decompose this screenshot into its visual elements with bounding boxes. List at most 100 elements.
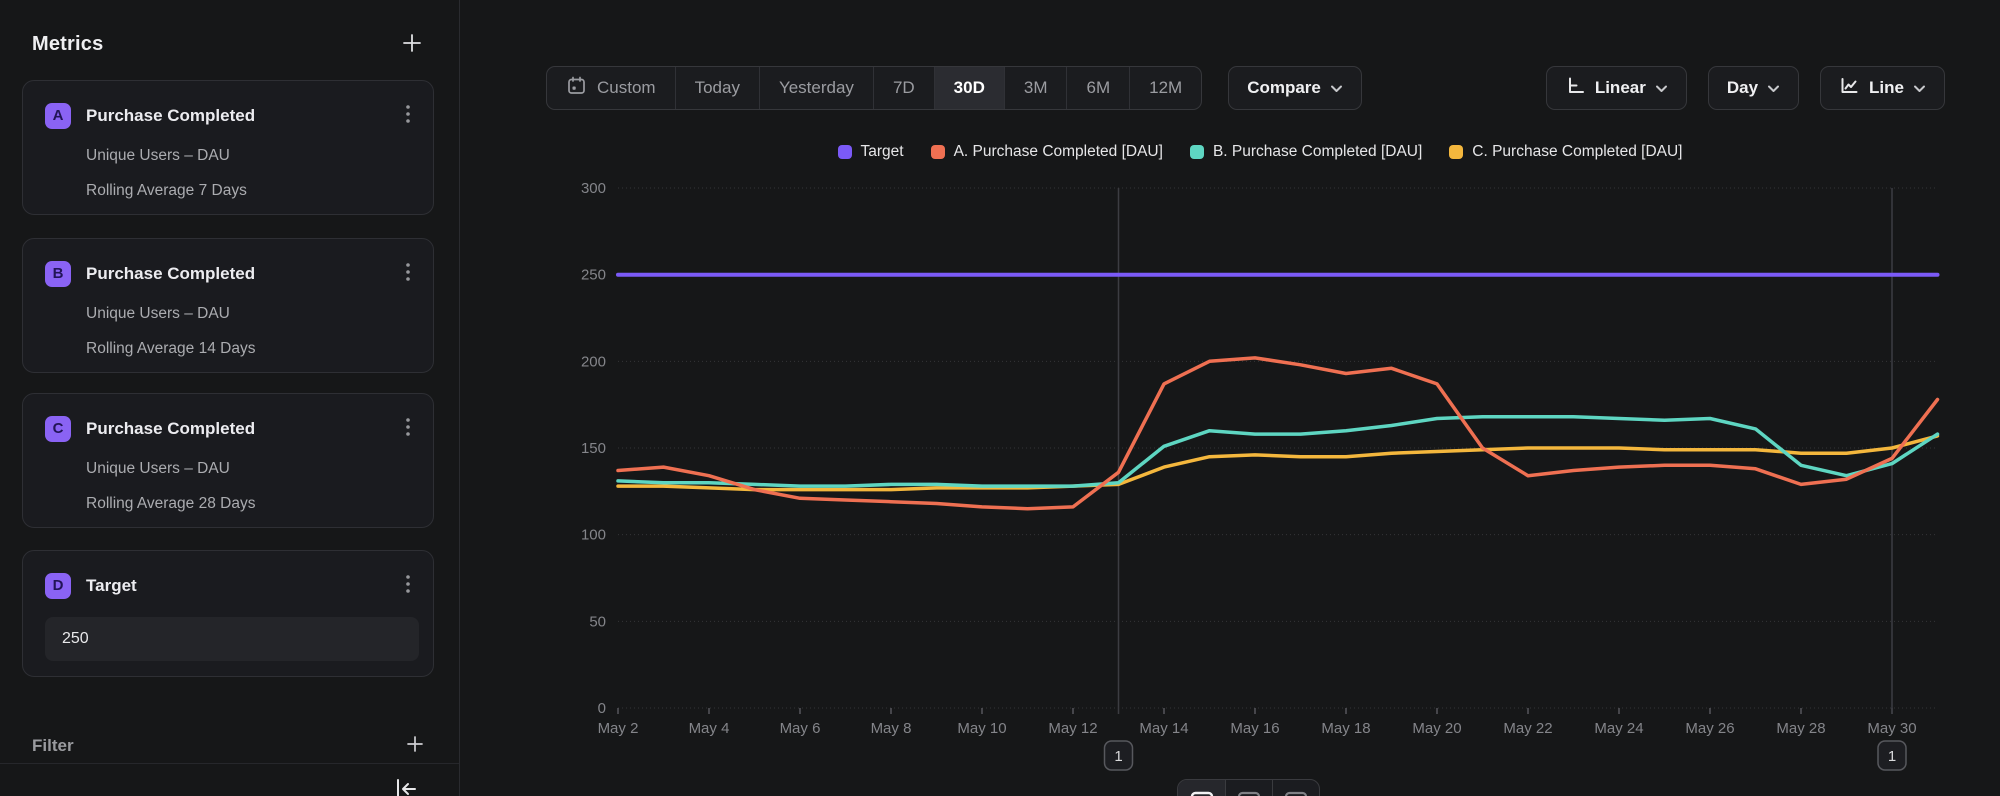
x-axis-label: May 2 <box>598 720 639 737</box>
view-toggle-group <box>1177 779 1320 796</box>
x-axis-label: May 8 <box>871 720 912 737</box>
granularity-button[interactable]: Day <box>1708 66 1799 110</box>
metric-transform[interactable]: Rolling Average 14 Days <box>86 340 415 358</box>
series-line-c[interactable] <box>618 436 1938 490</box>
metric-measure[interactable]: Unique Users – DAU <box>86 147 415 165</box>
chart-display-controls: Linear Day Line <box>1546 66 1945 110</box>
metric-badge: B <box>45 261 71 287</box>
filter-title: Filter <box>32 736 74 756</box>
scale-button[interactable]: Linear <box>1546 66 1687 110</box>
target-badge: D <box>45 573 71 599</box>
main-area: Custom Today Yesterday 7D 30D 3M 6M 12M … <box>460 0 2000 796</box>
target-title: Target <box>86 576 401 596</box>
time-range-7d[interactable]: 7D <box>873 67 934 109</box>
legend-item[interactable]: A. Purchase Completed [DAU] <box>931 143 1163 161</box>
y-axis-label: 300 <box>581 180 606 197</box>
granularity-label: Day <box>1727 78 1758 98</box>
x-axis-label: May 26 <box>1685 720 1734 737</box>
metric-transform[interactable]: Rolling Average 7 Days <box>86 182 415 200</box>
annotation-badge[interactable]: 1 <box>1878 741 1906 770</box>
time-range-3m[interactable]: 3M <box>1004 67 1067 109</box>
metric-card-head: A Purchase Completed <box>45 101 415 130</box>
metric-menu-button[interactable] <box>401 259 415 288</box>
time-range-label: 6M <box>1086 78 1110 98</box>
y-axis-label: 150 <box>581 440 606 457</box>
legend-item[interactable]: B. Purchase Completed [DAU] <box>1190 143 1422 161</box>
time-range-label: Custom <box>597 78 656 98</box>
legend-item[interactable]: C. Purchase Completed [DAU] <box>1449 143 1682 161</box>
y-axis-label: 50 <box>589 613 606 630</box>
sidebar-divider <box>0 763 459 764</box>
kebab-icon <box>405 271 411 286</box>
time-range-12m[interactable]: 12M <box>1129 67 1201 109</box>
chevron-down-icon <box>1913 78 1926 98</box>
target-value-input[interactable] <box>45 617 419 661</box>
axis-scale-icon <box>1565 75 1586 101</box>
time-range-today[interactable]: Today <box>675 67 759 109</box>
y-axis-label: 0 <box>598 700 606 717</box>
legend-label: C. Purchase Completed [DAU] <box>1472 143 1682 161</box>
plus-icon <box>405 734 425 757</box>
time-range-custom[interactable]: Custom <box>547 67 675 109</box>
legend-label: A. Purchase Completed [DAU] <box>954 143 1163 161</box>
time-range-30d[interactable]: 30D <box>934 67 1004 109</box>
sidebar: Metrics A Purchase Completed Unique User… <box>0 0 460 796</box>
chart-type-label: Line <box>1869 78 1904 98</box>
split-view-icon <box>1284 791 1308 796</box>
line-chart[interactable]: 050100150200250300May 2May 4May 6May 8Ma… <box>560 175 1960 795</box>
metric-measure[interactable]: Unique Users – DAU <box>86 305 415 323</box>
x-axis-label: May 12 <box>1048 720 1097 737</box>
time-range-6m[interactable]: 6M <box>1066 67 1129 109</box>
compare-label: Compare <box>1247 78 1321 98</box>
target-card-head: D Target <box>45 571 415 600</box>
sidebar-header: Metrics <box>32 28 427 61</box>
table-view-button[interactable] <box>1225 780 1272 796</box>
metric-transform[interactable]: Rolling Average 28 Days <box>86 495 415 513</box>
legend-label: B. Purchase Completed [DAU] <box>1213 143 1422 161</box>
time-range-label: 30D <box>954 78 985 98</box>
time-range-label: Yesterday <box>779 78 854 98</box>
chevron-down-icon <box>1330 78 1343 98</box>
x-axis-label: May 6 <box>780 720 821 737</box>
metric-card-c[interactable]: C Purchase Completed Unique Users – DAU … <box>22 393 434 528</box>
chart-type-button[interactable]: Line <box>1820 66 1945 110</box>
x-axis-label: May 10 <box>957 720 1006 737</box>
metric-menu-button[interactable] <box>401 414 415 443</box>
legend-swatch-icon <box>1449 145 1463 159</box>
time-range-control: Custom Today Yesterday 7D 30D 3M 6M 12M <box>546 66 1202 110</box>
time-range-label: 12M <box>1149 78 1182 98</box>
chart-toolbar: Custom Today Yesterday 7D 30D 3M 6M 12M … <box>546 66 1362 110</box>
split-view-button[interactable] <box>1272 780 1319 796</box>
metric-badge: C <box>45 416 71 442</box>
svg-text:1: 1 <box>1888 748 1896 765</box>
x-axis-label: May 24 <box>1594 720 1643 737</box>
chart-view-button[interactable] <box>1178 780 1225 796</box>
metric-measure[interactable]: Unique Users – DAU <box>86 460 415 478</box>
legend-swatch-icon <box>1190 145 1204 159</box>
calendar-icon <box>566 75 587 101</box>
metric-card-a[interactable]: A Purchase Completed Unique Users – DAU … <box>22 80 434 215</box>
annotation-badge[interactable]: 1 <box>1105 741 1133 770</box>
chevron-down-icon <box>1655 78 1668 98</box>
metric-card-head: C Purchase Completed <box>45 414 415 443</box>
y-axis-label: 200 <box>581 353 606 370</box>
legend-item[interactable]: Target <box>838 143 904 161</box>
plus-icon <box>401 32 423 57</box>
legend-swatch-icon <box>838 145 852 159</box>
x-axis-label: May 20 <box>1412 720 1461 737</box>
target-menu-button[interactable] <box>401 571 415 600</box>
metric-menu-button[interactable] <box>401 101 415 130</box>
collapse-sidebar-button[interactable] <box>387 775 425 796</box>
y-axis-label: 250 <box>581 267 606 284</box>
metrics-title: Metrics <box>32 33 103 56</box>
add-metric-button[interactable] <box>397 28 427 61</box>
add-filter-button[interactable] <box>401 730 429 761</box>
table-view-icon <box>1237 791 1261 796</box>
target-card[interactable]: D Target <box>22 550 434 677</box>
scale-label: Linear <box>1595 78 1646 98</box>
x-axis-label: May 16 <box>1230 720 1279 737</box>
x-axis-label: May 28 <box>1776 720 1825 737</box>
compare-button[interactable]: Compare <box>1228 66 1362 110</box>
time-range-yesterday[interactable]: Yesterday <box>759 67 873 109</box>
metric-card-b[interactable]: B Purchase Completed Unique Users – DAU … <box>22 238 434 373</box>
